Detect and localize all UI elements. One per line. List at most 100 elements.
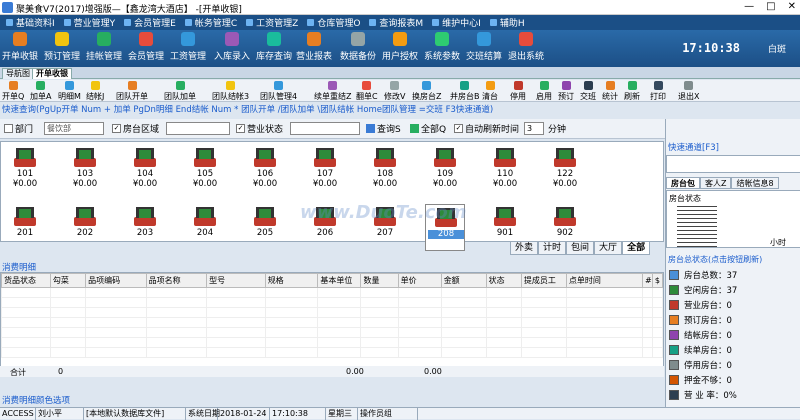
op-button-1[interactable]: 加单A [30, 81, 51, 102]
room-tile-110[interactable]: 110 ¥0.00 [485, 145, 525, 192]
column-header[interactable]: 勾菜 [49, 273, 87, 288]
room-tile-205[interactable]: 205 [245, 204, 285, 251]
toolbar-button-11[interactable]: 交班结算 [466, 32, 502, 65]
toolbar-button-3[interactable]: 会员管理 [128, 32, 164, 65]
autorefresh-checkbox[interactable]: ✓ [454, 124, 463, 133]
toolbar-button-10[interactable]: 系统参数 [424, 32, 460, 65]
op-button-13[interactable]: 清台 [482, 81, 498, 102]
menu-item-7[interactable]: 维护中心I [432, 16, 481, 29]
op-button-2[interactable]: 明细M [58, 81, 81, 102]
refresh-interval-input[interactable]: 3 [524, 122, 544, 135]
room-tile-105[interactable]: 105 ¥0.00 [185, 145, 225, 192]
column-header[interactable]: 金额 [440, 273, 487, 288]
op-button-6[interactable]: 团队结帐3 [212, 81, 249, 102]
op-button-20[interactable]: 打印 [650, 81, 666, 102]
room-tile-107[interactable]: 107 ¥0.00 [305, 145, 345, 192]
op-button-3[interactable]: 结帐J [86, 81, 104, 102]
column-header[interactable]: 单价 [397, 273, 442, 288]
dept-select[interactable]: 餐饮部 [44, 122, 104, 135]
toolbar-button-9[interactable]: 用户授权 [382, 32, 418, 65]
column-header[interactable]: 状态 [485, 273, 522, 288]
toolbar-button-7[interactable]: 营业报表 [296, 32, 332, 65]
dept-filter[interactable]: 部门 [4, 122, 33, 135]
room-tile-104[interactable]: 104 ¥0.00 [125, 145, 165, 192]
toolbar-button-2[interactable]: 挂帐管理 [86, 32, 122, 65]
op-button-16[interactable]: 预订 [558, 81, 574, 102]
menu-item-2[interactable]: 会员管理E [124, 16, 176, 29]
room-tile-203[interactable]: 203 [125, 204, 165, 251]
view-tab-4[interactable]: 全部 [622, 241, 651, 255]
menu-item-3[interactable]: 帐务管理C [184, 16, 237, 29]
room-tile-106[interactable]: 106 ¥0.00 [245, 145, 285, 192]
tab-checkout[interactable]: 开单收银 [32, 68, 72, 79]
toolbar-button-5[interactable]: 入库录入 [214, 32, 250, 65]
room-tile-201[interactable]: 201 [5, 204, 45, 251]
op-button-19[interactable]: 刷新 [624, 81, 640, 102]
room-tile-109[interactable]: 109 ¥0.00 [425, 145, 465, 192]
column-header[interactable]: 点单时间 [565, 273, 643, 288]
menu-item-5[interactable]: 仓库管理O [307, 16, 360, 29]
toolbar-button-0[interactable]: 开单收银 [2, 32, 38, 65]
tab-guest[interactable]: 客人Z [700, 177, 732, 189]
op-button-5[interactable]: 团队加单 [164, 81, 196, 102]
op-button-11[interactable]: 换房台Z [412, 81, 441, 102]
query-button[interactable]: 查询S [366, 122, 401, 135]
area-checkbox[interactable]: ✓ [112, 124, 121, 133]
status-select[interactable] [290, 122, 360, 135]
column-header[interactable]: 品项编码 [85, 273, 147, 288]
tab-checkout-info[interactable]: 结帐信息8 [731, 177, 779, 189]
view-tab-2[interactable]: 包间 [566, 241, 595, 255]
room-tile-204[interactable]: 204 [185, 204, 225, 251]
op-button-21[interactable]: 退出X [678, 81, 699, 102]
room-tile-101[interactable]: 101 ¥0.00 [5, 145, 45, 192]
tab-navigation[interactable]: 导航图 [2, 68, 34, 79]
op-button-0[interactable]: 开单Q [2, 81, 24, 102]
room-tile-103[interactable]: 103 ¥0.00 [65, 145, 105, 192]
column-header[interactable]: 型号 [206, 273, 266, 288]
maximize-button[interactable]: □ [766, 1, 775, 12]
room-tile-202[interactable]: 202 [65, 204, 105, 251]
op-button-9[interactable]: 翻单C [356, 81, 378, 102]
menu-item-8[interactable]: 辅助H [489, 16, 525, 29]
menu-item-1[interactable]: 营业管理Y [63, 16, 115, 29]
column-header[interactable]: 品项名称 [145, 273, 208, 288]
status-checkbox[interactable]: ✓ [236, 124, 245, 133]
status-filter[interactable]: ✓ 营业状态 [236, 122, 283, 135]
column-header[interactable]: # [641, 273, 653, 288]
room-tile-108[interactable]: 108 ¥0.00 [365, 145, 405, 192]
all-button[interactable]: 全部Q [410, 122, 446, 135]
view-tab-1[interactable]: 计时 [538, 241, 567, 255]
column-header[interactable]: 规格 [264, 273, 319, 288]
view-tab-0[interactable]: 外卖 [510, 241, 539, 255]
close-button[interactable]: ✕ [788, 1, 796, 12]
summary-title[interactable]: 房台总状态(点击按钮刷新) [666, 254, 800, 266]
column-header[interactable]: 数量 [360, 273, 399, 288]
op-button-8[interactable]: 续单重结Z [314, 81, 351, 102]
column-header[interactable]: 基本单位 [317, 273, 362, 288]
dept-checkbox[interactable] [4, 124, 13, 133]
area-filter[interactable]: ✓ 房台区域 [112, 122, 159, 135]
menu-item-0[interactable]: 基础资料I [6, 16, 55, 29]
autorefresh-toggle[interactable]: ✓ 自动刷新时间 [454, 122, 519, 135]
op-button-14[interactable]: 停用 [510, 81, 526, 102]
minimize-button[interactable]: — [744, 1, 754, 12]
toolbar-button-1[interactable]: 预订管理 [44, 32, 80, 65]
view-tab-3[interactable]: 大厅 [594, 241, 623, 255]
toolbar-button-6[interactable]: 库存查询 [256, 32, 292, 65]
fast-channel-input[interactable] [666, 155, 800, 173]
column-header[interactable]: 提成员工 [520, 273, 567, 288]
op-button-17[interactable]: 交班 [580, 81, 596, 102]
room-tile-122[interactable]: 122 ¥0.00 [545, 145, 585, 192]
area-select[interactable] [166, 122, 230, 135]
op-button-15[interactable]: 启用 [536, 81, 552, 102]
toolbar-button-8[interactable]: 数据备份 [340, 32, 376, 65]
menu-item-4[interactable]: 工资管理Z [246, 16, 298, 29]
op-button-4[interactable]: 团队开单 [116, 81, 148, 102]
detail-color-options[interactable]: 消费明细颜色选项 [2, 394, 70, 406]
column-header[interactable]: $ [651, 273, 664, 288]
op-button-18[interactable]: 统计 [602, 81, 618, 102]
column-header[interactable]: 货品状态 [1, 273, 51, 288]
op-button-12[interactable]: 并房台B [450, 81, 480, 102]
tab-room-pack[interactable]: 房台包 [666, 177, 700, 189]
op-button-7[interactable]: 团队管理4 [260, 81, 297, 102]
